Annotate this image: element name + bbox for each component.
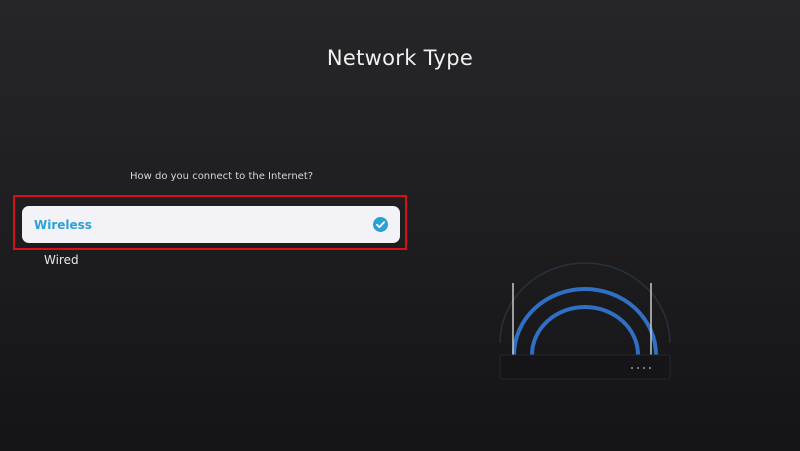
question-label: How do you connect to the Internet?	[130, 171, 314, 182]
network-type-screen: Network Type How do you connect to the I…	[0, 0, 800, 451]
page-title: Network Type	[326, 46, 474, 70]
check-circle-icon	[373, 217, 388, 232]
option-wireless-label: Wireless	[34, 217, 92, 232]
option-wireless[interactable]: Wireless	[22, 206, 400, 243]
option-wired[interactable]: Wired	[22, 241, 400, 278]
option-wired-label: Wired	[44, 252, 79, 267]
router-wifi-illustration	[495, 255, 675, 385]
